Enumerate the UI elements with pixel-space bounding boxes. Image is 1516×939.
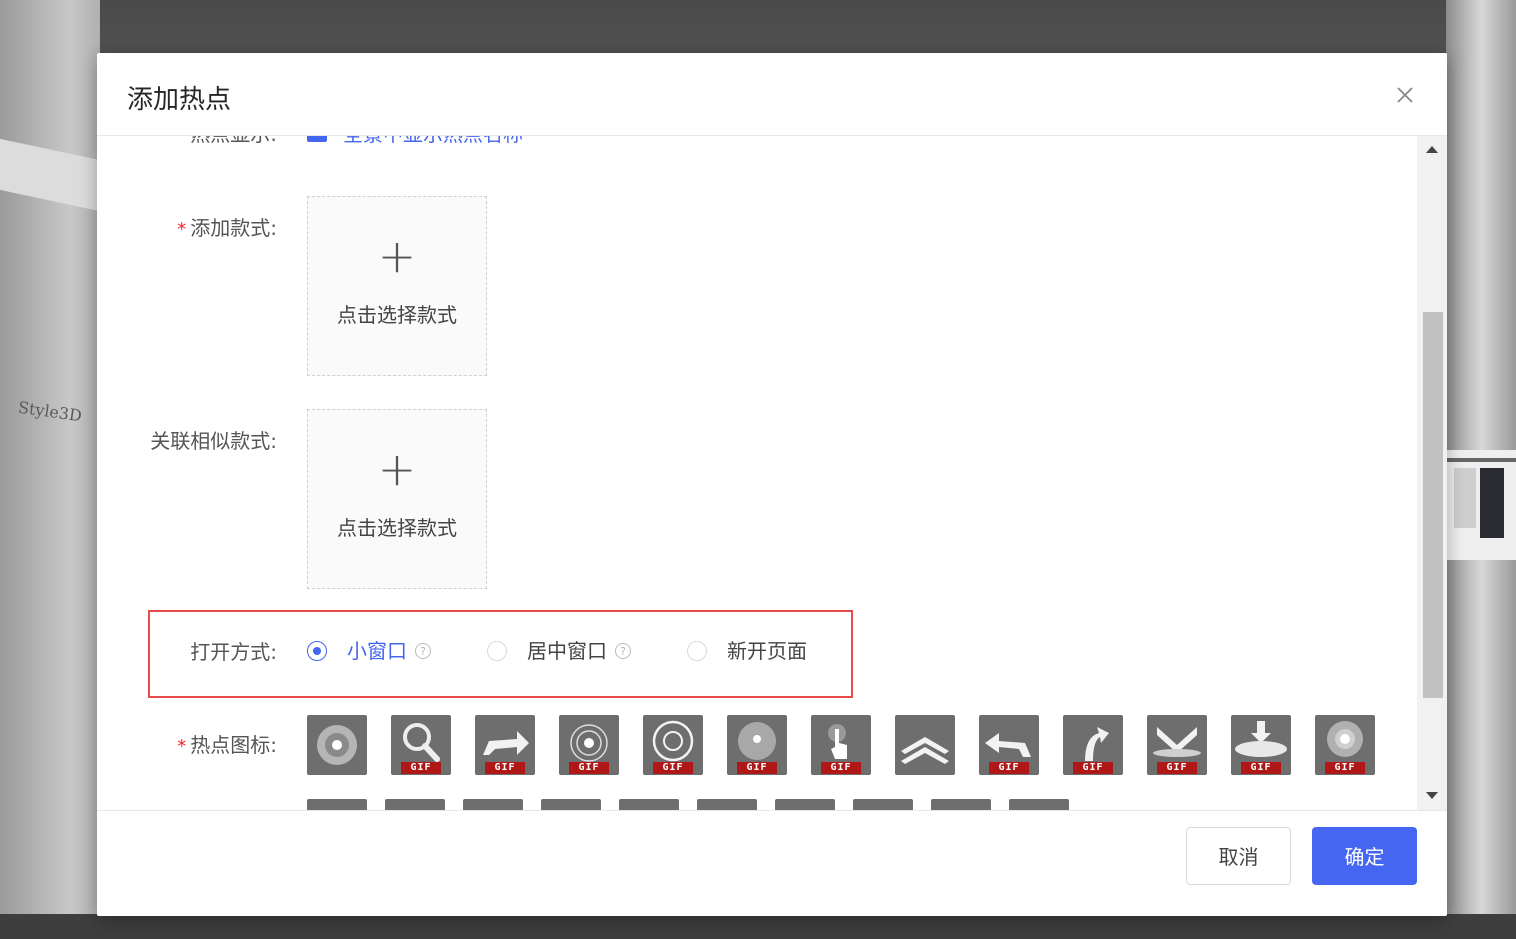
hotspot-icon-grid-row2: [307, 799, 1407, 810]
required-mark: *: [177, 219, 187, 240]
dialog-body[interactable]: 热点显示: 全景中显示热点名称 *添加款式: + 点击选择款式 关联相似款式: …: [97, 136, 1447, 810]
gif-tag: GIF: [1073, 762, 1113, 774]
add-style-label: * 添加款式:: [177, 216, 277, 240]
gif-tag: GIF: [1157, 762, 1197, 774]
hotspot-icon-option[interactable]: [307, 799, 367, 810]
background-wall: [0, 0, 100, 939]
ring-icon[interactable]: GIF: [643, 715, 703, 775]
ripple-circle-icon[interactable]: GIF: [559, 715, 619, 775]
hotspot-icon-option[interactable]: [697, 799, 757, 810]
help-icon[interactable]: ?: [415, 642, 431, 659]
dialog-header: 添加热点: [97, 53, 1447, 136]
background-floor: [0, 914, 1516, 939]
radio-new-page[interactable]: 新开页面: [687, 637, 827, 667]
target-dot-icon[interactable]: [307, 715, 367, 775]
arrow-turn-left-icon[interactable]: GIF: [979, 715, 1039, 775]
form-content: 热点显示: 全景中显示热点名称 *添加款式: + 点击选择款式 关联相似款式: …: [97, 136, 1417, 810]
dialog-footer: 取消 确定: [97, 810, 1447, 916]
disc-dot-icon[interactable]: GIF: [727, 715, 787, 775]
hotspot-display-row: 热点显示: 全景中显示热点名称: [97, 136, 697, 150]
gif-tag: GIF: [737, 762, 777, 774]
gif-tag: GIF: [401, 762, 441, 774]
confirm-button[interactable]: 确定: [1312, 827, 1417, 885]
scroll-up-icon[interactable]: [1417, 136, 1447, 164]
hotspot-display-text: 全景中显示热点名称: [343, 136, 523, 148]
gif-tag: GIF: [485, 762, 525, 774]
related-style-label: 关联相似款式:: [150, 429, 277, 453]
chevron-down-platform-icon[interactable]: GIF: [1147, 715, 1207, 775]
plus-icon: +: [377, 229, 417, 283]
gif-tag: GIF: [1241, 762, 1281, 774]
hotspot-icon-option[interactable]: [619, 799, 679, 810]
open-mode-radio-group: 小窗口? 居中窗口? 新开页面: [307, 637, 907, 667]
help-icon[interactable]: ?: [615, 642, 631, 659]
radio-center-window[interactable]: 居中窗口?: [487, 637, 657, 667]
hotspot-icon-option[interactable]: [541, 799, 601, 810]
glow-dot-icon[interactable]: GIF: [1315, 715, 1375, 775]
gif-tag: GIF: [989, 762, 1029, 774]
close-icon[interactable]: [1393, 83, 1417, 107]
open-mode-label: 打开方式:: [190, 640, 277, 664]
hotspot-icon-option[interactable]: [931, 799, 991, 810]
curve-arrow-up-icon[interactable]: GIF: [1063, 715, 1123, 775]
upload-text: 点击选择款式: [337, 516, 457, 540]
radio-button[interactable]: [687, 641, 707, 661]
vertical-scrollbar[interactable]: [1417, 136, 1447, 810]
hotspot-display-checkbox[interactable]: [307, 136, 327, 142]
hotspot-icon-option[interactable]: [775, 799, 835, 810]
hotspot-icon-label: * 热点图标:: [177, 733, 277, 757]
gif-tag: GIF: [821, 762, 861, 774]
arrow-down-platform-icon[interactable]: GIF: [1231, 715, 1291, 775]
radio-button[interactable]: [307, 641, 327, 661]
hotspot-icon-option[interactable]: [1009, 799, 1069, 810]
upload-text: 点击选择款式: [337, 303, 457, 327]
pointer-hand-icon[interactable]: GIF: [811, 715, 871, 775]
scroll-down-icon[interactable]: [1417, 782, 1447, 810]
related-style-upload[interactable]: + 点击选择款式: [307, 409, 487, 589]
add-hotspot-dialog: 添加热点 热点显示: 全景中显示热点名称 *添加款式: + 点击选择款式 关联相…: [97, 53, 1447, 916]
hotspot-icon-grid: GIF GIF GIF GIF GIF GIF GIF GIF GIF GIF …: [307, 715, 1407, 775]
hotspot-icon-option[interactable]: [385, 799, 445, 810]
dialog-title: 添加热点: [127, 85, 232, 115]
gif-tag: GIF: [653, 762, 693, 774]
add-style-upload[interactable]: + 点击选择款式: [307, 196, 487, 376]
gif-tag: GIF: [569, 762, 609, 774]
cancel-button[interactable]: 取消: [1186, 827, 1291, 885]
required-mark: *: [177, 736, 187, 757]
arrow-turn-right-icon[interactable]: GIF: [475, 715, 535, 775]
scrollbar-thumb[interactable]: [1423, 312, 1443, 698]
gif-tag: GIF: [1325, 762, 1365, 774]
radio-small-window[interactable]: 小窗口?: [307, 637, 457, 667]
plus-icon: +: [377, 442, 417, 496]
hotspot-icon-option[interactable]: [853, 799, 913, 810]
background-clothing-rack: [1446, 450, 1516, 560]
double-chevron-up-icon[interactable]: [895, 715, 955, 775]
magnifier-icon[interactable]: GIF: [391, 715, 451, 775]
radio-button[interactable]: [487, 641, 507, 661]
hotspot-display-label: 热点显示:: [97, 136, 277, 148]
hotspot-icon-option[interactable]: [463, 799, 523, 810]
